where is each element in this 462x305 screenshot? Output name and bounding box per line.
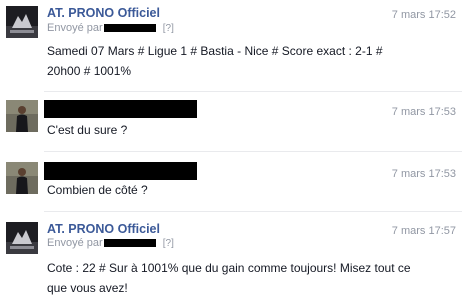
page-avatar[interactable] xyxy=(6,6,38,38)
help-link[interactable]: [?] xyxy=(163,23,174,34)
message-item: AT. PRONO Officiel Envoyé par [?] 7 mars… xyxy=(0,0,462,92)
author-name[interactable]: AT. PRONO Officiel xyxy=(47,6,160,20)
sent-by-label: Envoyé par xyxy=(47,22,103,34)
sent-by-line: Envoyé par [?] xyxy=(47,22,174,34)
message-body-line: 20h00 # 1001% xyxy=(47,64,132,78)
redacted-sender xyxy=(103,239,156,248)
message-timestamp[interactable]: 7 mars 17:53 xyxy=(392,106,456,118)
message-item: 7 mars 17:53 Combien de côté ? xyxy=(0,152,462,212)
redacted-name xyxy=(44,162,197,180)
message-item: AT. PRONO Officiel Envoyé par [?] 7 mars… xyxy=(0,212,462,305)
message-timestamp[interactable]: 7 mars 17:53 xyxy=(392,168,456,180)
message-thread: AT. PRONO Officiel Envoyé par [?] 7 mars… xyxy=(0,0,462,305)
user-avatar[interactable] xyxy=(6,162,38,194)
sent-by-label: Envoyé par xyxy=(47,237,103,249)
redacted-name xyxy=(44,100,197,118)
message-body-line: que vous avez! xyxy=(47,281,128,295)
page-avatar[interactable] xyxy=(6,222,38,254)
message-body: Cote : 22 # Sur à 1001% que du gain comm… xyxy=(47,258,454,298)
message-body-line: Cote : 22 # Sur à 1001% que du gain comm… xyxy=(47,261,411,275)
message-timestamp[interactable]: 7 mars 17:57 xyxy=(392,225,456,237)
message-body: Combien de côté ? xyxy=(47,183,148,197)
author-name[interactable]: AT. PRONO Officiel xyxy=(47,222,160,236)
help-link[interactable]: [?] xyxy=(163,238,174,249)
redacted-sender xyxy=(103,24,156,33)
message-body-line: Samedi 07 Mars # Ligue 1 # Bastia - Nice… xyxy=(47,44,383,58)
message-body: Samedi 07 Mars # Ligue 1 # Bastia - Nice… xyxy=(47,41,454,81)
message-body: C'est du sure ? xyxy=(47,123,128,137)
message-item: 7 mars 17:53 C'est du sure ? xyxy=(0,92,462,152)
sent-by-line: Envoyé par [?] xyxy=(47,237,174,249)
user-avatar[interactable] xyxy=(6,100,38,132)
message-timestamp[interactable]: 7 mars 17:52 xyxy=(392,9,456,21)
